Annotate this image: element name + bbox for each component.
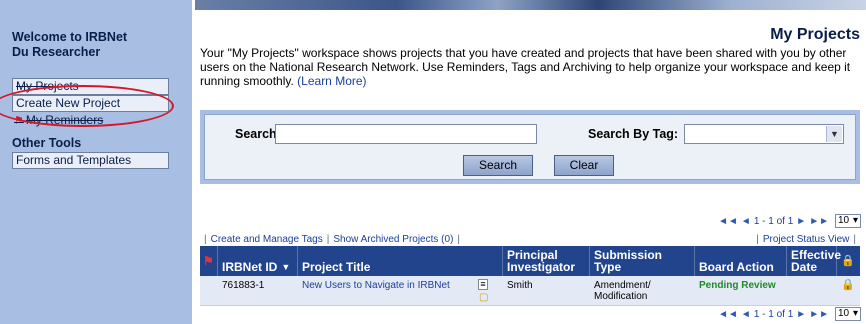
create-manage-tags-link[interactable]: Create and Manage Tags [211,234,323,245]
show-archived-link[interactable]: Show Archived Projects (0) [333,234,453,245]
last-page-icon[interactable]: ►► [809,216,829,227]
project-title-link[interactable]: New Users to Navigate in IRBNet [302,280,450,291]
page-range: 1 - 1 of 1 [753,308,794,320]
first-page-icon[interactable]: ◄◄ [718,309,738,320]
other-tools-heading: Other Tools [12,136,82,150]
page-range: 1 - 1 of 1 [753,215,794,227]
lock-icon: 🔒 [841,255,855,267]
tag-select[interactable]: ▼ [684,124,844,144]
search-by-tag-label: Search By Tag: [588,127,679,141]
top-banner [195,0,866,10]
lock-icon[interactable]: 🔒 [837,276,860,305]
search-panel: Search: Search By Tag: ▼ Search Clear [200,110,860,184]
welcome-text: Welcome to IRBNet Du Researcher [12,30,128,59]
folder-icon[interactable]: ▢ [479,292,488,303]
row-project-title: New Users to Navigate in IRBNet ≡ ▢ [298,276,503,305]
first-page-icon[interactable]: ◄◄ [718,216,738,227]
row-board-action: Pending Review [699,280,776,291]
next-page-icon[interactable]: ► [796,309,806,320]
project-status-view-link[interactable]: Project Status View [763,234,850,245]
search-button[interactable]: Search [463,155,533,176]
clear-button[interactable]: Clear [554,155,614,176]
main-content: My Projects Your "My Projects" workspace… [195,10,866,324]
column-board-action[interactable]: Board Action [695,246,787,276]
document-icon[interactable]: ≡ [478,279,488,290]
search-label: Search: [235,127,281,141]
row-irbnet-id: 761883-1 [222,280,265,291]
prev-page-icon[interactable]: ◄ [741,216,751,227]
search-input[interactable] [275,124,537,144]
column-irbnet-id[interactable]: IRBNet ID ▼ [218,246,298,276]
intro-text: Your "My Projects" workspace shows proje… [200,46,851,88]
prev-page-icon[interactable]: ◄ [741,309,751,320]
last-page-icon[interactable]: ►► [809,309,829,320]
flag-icon[interactable]: ⚑ [200,246,218,276]
pager-top: ◄◄ ◄ 1 - 1 of 1 ► ►► 10 [718,214,861,228]
pager-bottom: ◄◄ ◄ 1 - 1 of 1 ► ►► 10 [718,307,861,321]
sidebar: Welcome to IRBNet Du Researcher My Proje… [0,0,192,324]
highlight-oval [0,85,174,127]
per-page-select[interactable]: 10 [835,214,861,228]
column-submission-type[interactable]: Submission Type [590,246,695,276]
per-page-select[interactable]: 10 [835,307,861,321]
column-effective-date[interactable]: Effective Date [787,246,841,276]
chevron-down-icon: ▼ [826,126,842,142]
row-effective-date [787,276,837,305]
table-row: 761883-1 New Users to Navigate in IRBNet… [200,276,860,306]
projects-table: ⚑ IRBNet ID ▼ Project Title Principal Inve… [200,246,860,306]
links-row: | Create and Manage Tags | Show Archived Pr… [204,234,856,245]
sidebar-item-forms-and-templates[interactable]: Forms and Templates [12,152,169,169]
next-page-icon[interactable]: ► [796,216,806,227]
table-header: ⚑ IRBNet ID ▼ Project Title Principal Inve… [200,246,860,276]
sort-down-icon: ▼ [281,262,291,272]
column-project-title[interactable]: Project Title [298,246,503,276]
column-principal-investigator[interactable]: Principal Investigator [503,246,590,276]
learn-more-link[interactable]: (Learn More) [297,74,366,88]
row-pi: Smith [507,280,533,291]
row-submission-type: Amendment/Modification [594,280,651,302]
page-title: My Projects [770,26,860,43]
